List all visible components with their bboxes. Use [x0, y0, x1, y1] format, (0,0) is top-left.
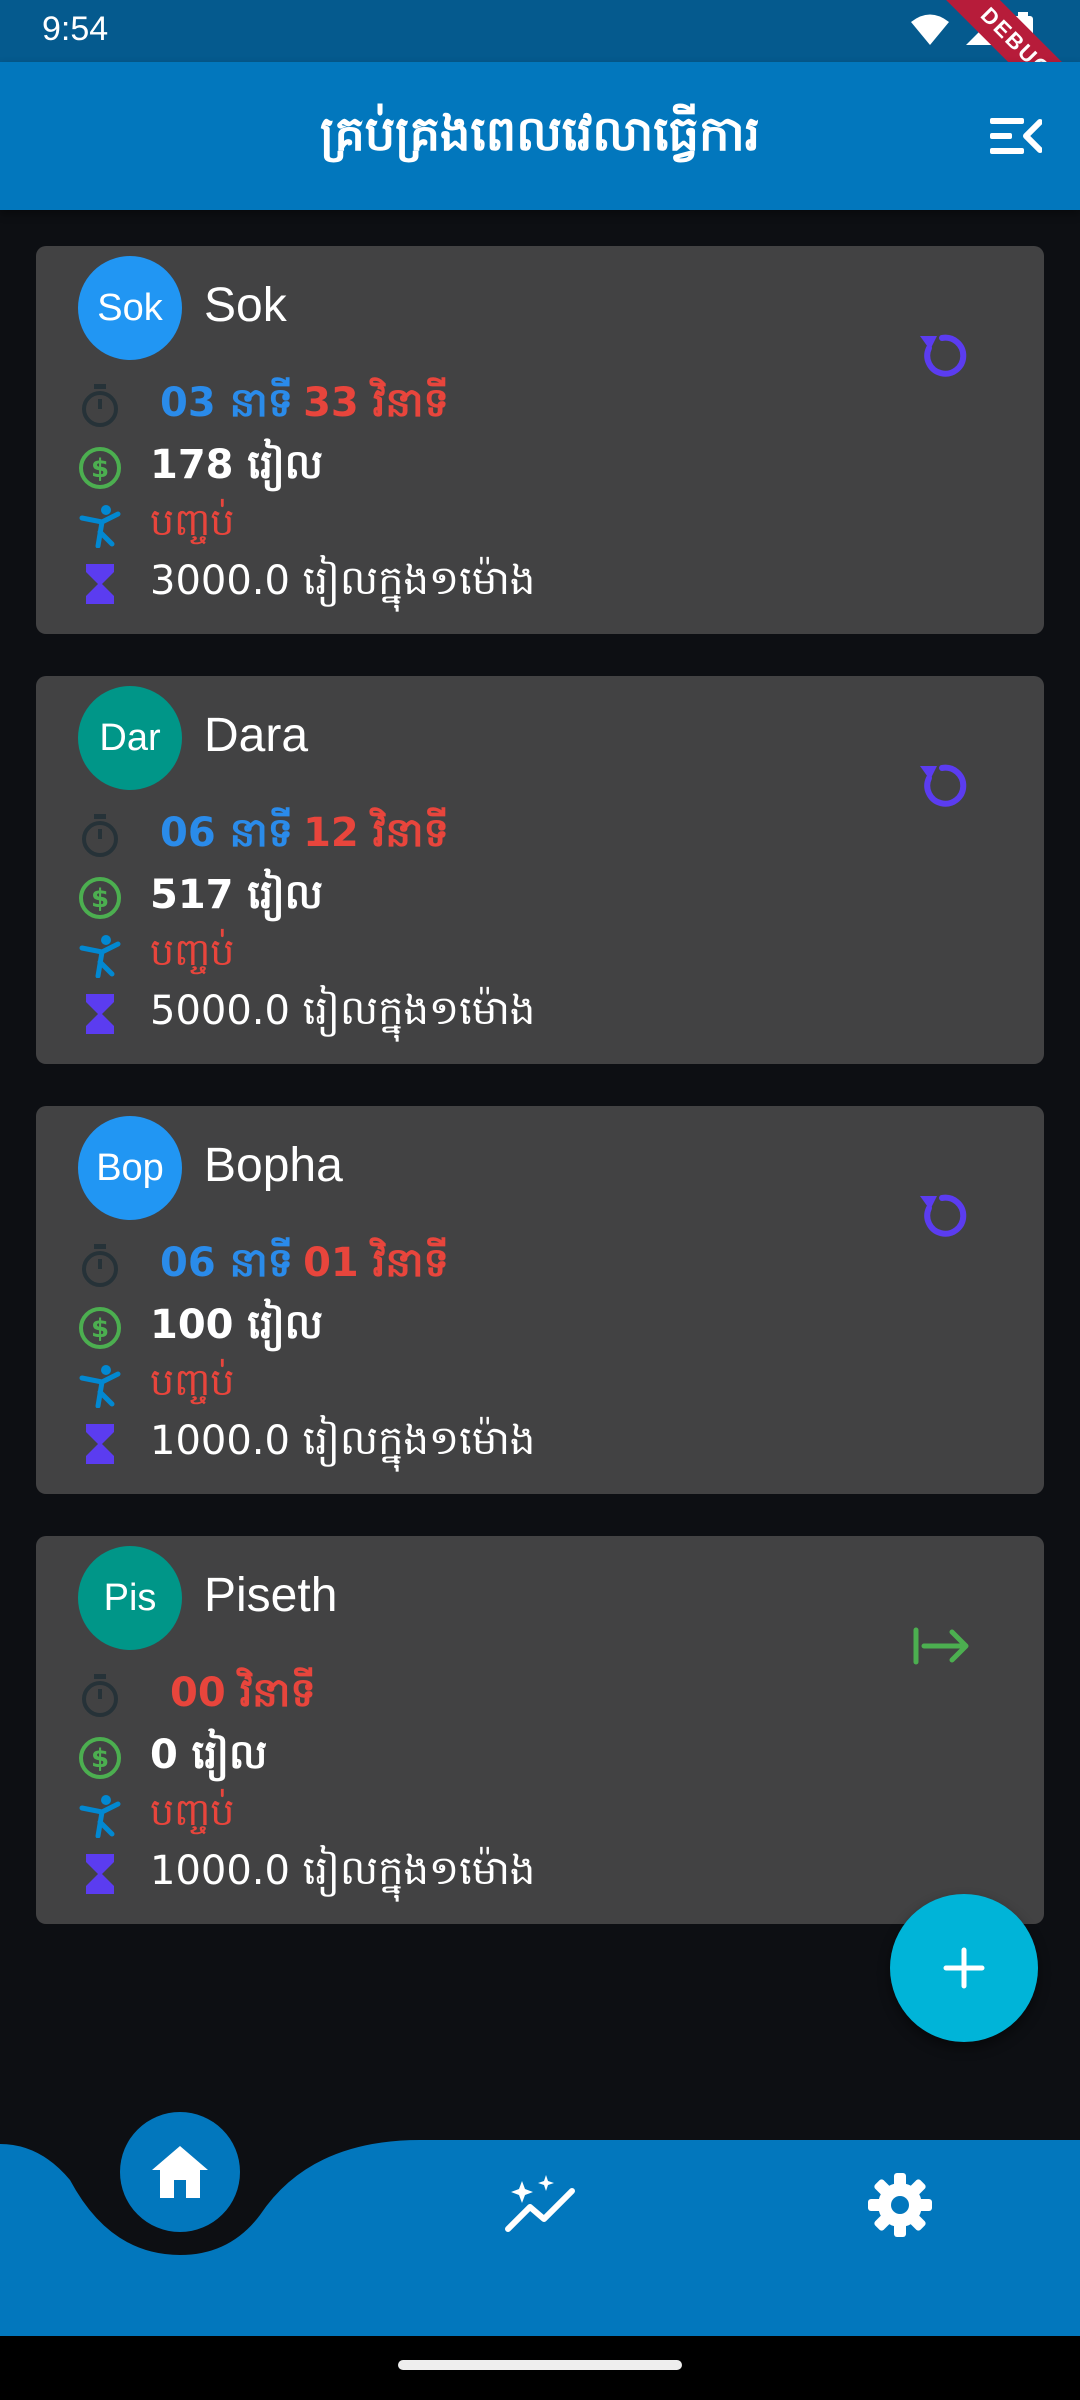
hourly-rate: 1000.0 រៀលក្នុង១ម៉ោង [150, 1417, 536, 1464]
status-row: បញ្ចប់ [78, 1790, 234, 1842]
stopwatch-icon [82, 384, 118, 427]
nav-home-button[interactable] [120, 2112, 240, 2232]
hourly-rate: 1000.0 រៀលក្នុង១ម៉ោង [150, 1847, 536, 1894]
timer-seconds: 00 វិនាទី [170, 1669, 316, 1716]
earned-amount: 178 រៀល [150, 441, 323, 488]
refresh-icon[interactable] [910, 754, 974, 818]
stopwatch-icon [82, 1244, 118, 1287]
hourglass-icon [86, 1854, 114, 1894]
page-title: គ្រប់គ្រងពេលវេលាធ្វើការ [320, 106, 760, 162]
hourglass-icon [86, 564, 114, 604]
rate-row: 5000.0 រៀលក្នុង១ម៉ោង [78, 988, 535, 1040]
earned-amount: 0 រៀល [150, 1731, 268, 1778]
timer-row: 00 វិនាទី [78, 1670, 316, 1722]
runner-icon [79, 935, 121, 978]
hourglass-icon [86, 1424, 114, 1464]
status-bar: 9:54 [0, 0, 1080, 62]
status-time: 9:54 [42, 10, 109, 48]
svg-text:$: $ [91, 1744, 109, 1774]
stopwatch-icon [82, 814, 118, 857]
worker-card[interactable]: Pis Piseth 00 វិនាទី $ 0 រៀល បញ្ចប់ 1000… [36, 1536, 1044, 1924]
insights-icon [505, 2175, 575, 2232]
nav-insights-button[interactable] [495, 2160, 585, 2250]
nav-settings-button[interactable] [855, 2160, 945, 2250]
refresh-icon[interactable] [910, 1184, 974, 1248]
dollar-icon: $ [79, 877, 121, 919]
dollar-icon: $ [79, 1307, 121, 1349]
runner-icon [79, 505, 121, 548]
timer-row: 06 នាទី 12 វិនាទី [78, 810, 449, 862]
earned-amount: 517 រៀល [150, 871, 323, 918]
status-row: បញ្ចប់ [78, 500, 234, 552]
worker-card[interactable]: Sok Sok 03 នាទី 33 វិនាទី $ 178 រៀល បញ្ច… [36, 246, 1044, 634]
svg-text:$: $ [91, 454, 109, 484]
hourly-rate: 3000.0 រៀលក្នុង១ម៉ោង [150, 557, 536, 604]
hourglass-icon [86, 994, 114, 1034]
timer-row: 03 នាទី 33 វិនាទី [78, 380, 449, 432]
earned-row: $ 178 រៀល [78, 442, 323, 494]
timer-seconds: 33 វិនាទី [303, 379, 449, 426]
status-text: បញ្ចប់ [150, 1790, 235, 1834]
timer-minutes: 03 នាទី [160, 379, 294, 426]
stopwatch-icon [82, 1674, 118, 1717]
svg-text:$: $ [91, 1314, 109, 1344]
home-gesture-pill[interactable] [398, 2360, 682, 2370]
timer-seconds: 01 វិនាទី [303, 1239, 449, 1286]
rate-row: 3000.0 រៀលក្នុង១ម៉ោង [78, 558, 535, 610]
worker-name: Bopha [204, 1139, 343, 1192]
arrow-right-to-line-icon[interactable] [910, 1614, 974, 1678]
worker-name: Piseth [204, 1569, 338, 1622]
app-bar: គ្រប់គ្រងពេលវេលាធ្វើការ [0, 62, 1080, 210]
avatar: Dar [78, 686, 182, 790]
timer-minutes: 06 នាទី [160, 809, 294, 856]
home-icon [152, 2146, 208, 2198]
rate-row: 1000.0 រៀលក្នុង១ម៉ោង [78, 1848, 535, 1900]
status-row: បញ្ចប់ [78, 930, 234, 982]
worker-card[interactable]: Dar Dara 06 នាទី 12 វិនាទី $ 517 រៀល បញ្… [36, 676, 1044, 1064]
earned-row: $ 100 រៀល [78, 1302, 323, 1354]
dollar-icon: $ [79, 447, 121, 489]
timer-minutes: 06 នាទី [160, 1239, 294, 1286]
runner-icon [79, 1795, 121, 1838]
add-worker-button[interactable] [890, 1894, 1038, 2042]
avatar: Sok [78, 256, 182, 360]
refresh-icon[interactable] [910, 324, 974, 388]
worker-name: Sok [204, 279, 287, 332]
menu-collapse-icon[interactable] [990, 114, 1042, 158]
wifi-icon [911, 14, 949, 45]
settings-icon [868, 2173, 932, 2237]
earned-row: $ 0 រៀល [78, 1732, 267, 1784]
earned-row: $ 517 រៀល [78, 872, 323, 924]
status-text: បញ្ចប់ [150, 1360, 235, 1404]
rate-row: 1000.0 រៀលក្នុង១ម៉ោង [78, 1418, 535, 1470]
hourly-rate: 5000.0 រៀលក្នុង១ម៉ោង [150, 987, 536, 1034]
avatar: Pis [78, 1546, 182, 1650]
status-row: បញ្ចប់ [78, 1360, 234, 1412]
plus-icon [943, 1947, 985, 1989]
status-text: បញ្ចប់ [150, 500, 235, 544]
worker-name: Dara [204, 709, 309, 762]
avatar: Bop [78, 1116, 182, 1220]
timer-seconds: 12 វិនាទី [303, 809, 449, 856]
earned-amount: 100 រៀល [150, 1301, 323, 1348]
runner-icon [79, 1365, 121, 1408]
svg-text:$: $ [91, 884, 109, 914]
dollar-icon: $ [79, 1737, 121, 1779]
worker-card[interactable]: Bop Bopha 06 នាទី 01 វិនាទី $ 100 រៀល បញ… [36, 1106, 1044, 1494]
status-text: បញ្ចប់ [150, 930, 235, 974]
timer-row: 06 នាទី 01 វិនាទី [78, 1240, 449, 1292]
